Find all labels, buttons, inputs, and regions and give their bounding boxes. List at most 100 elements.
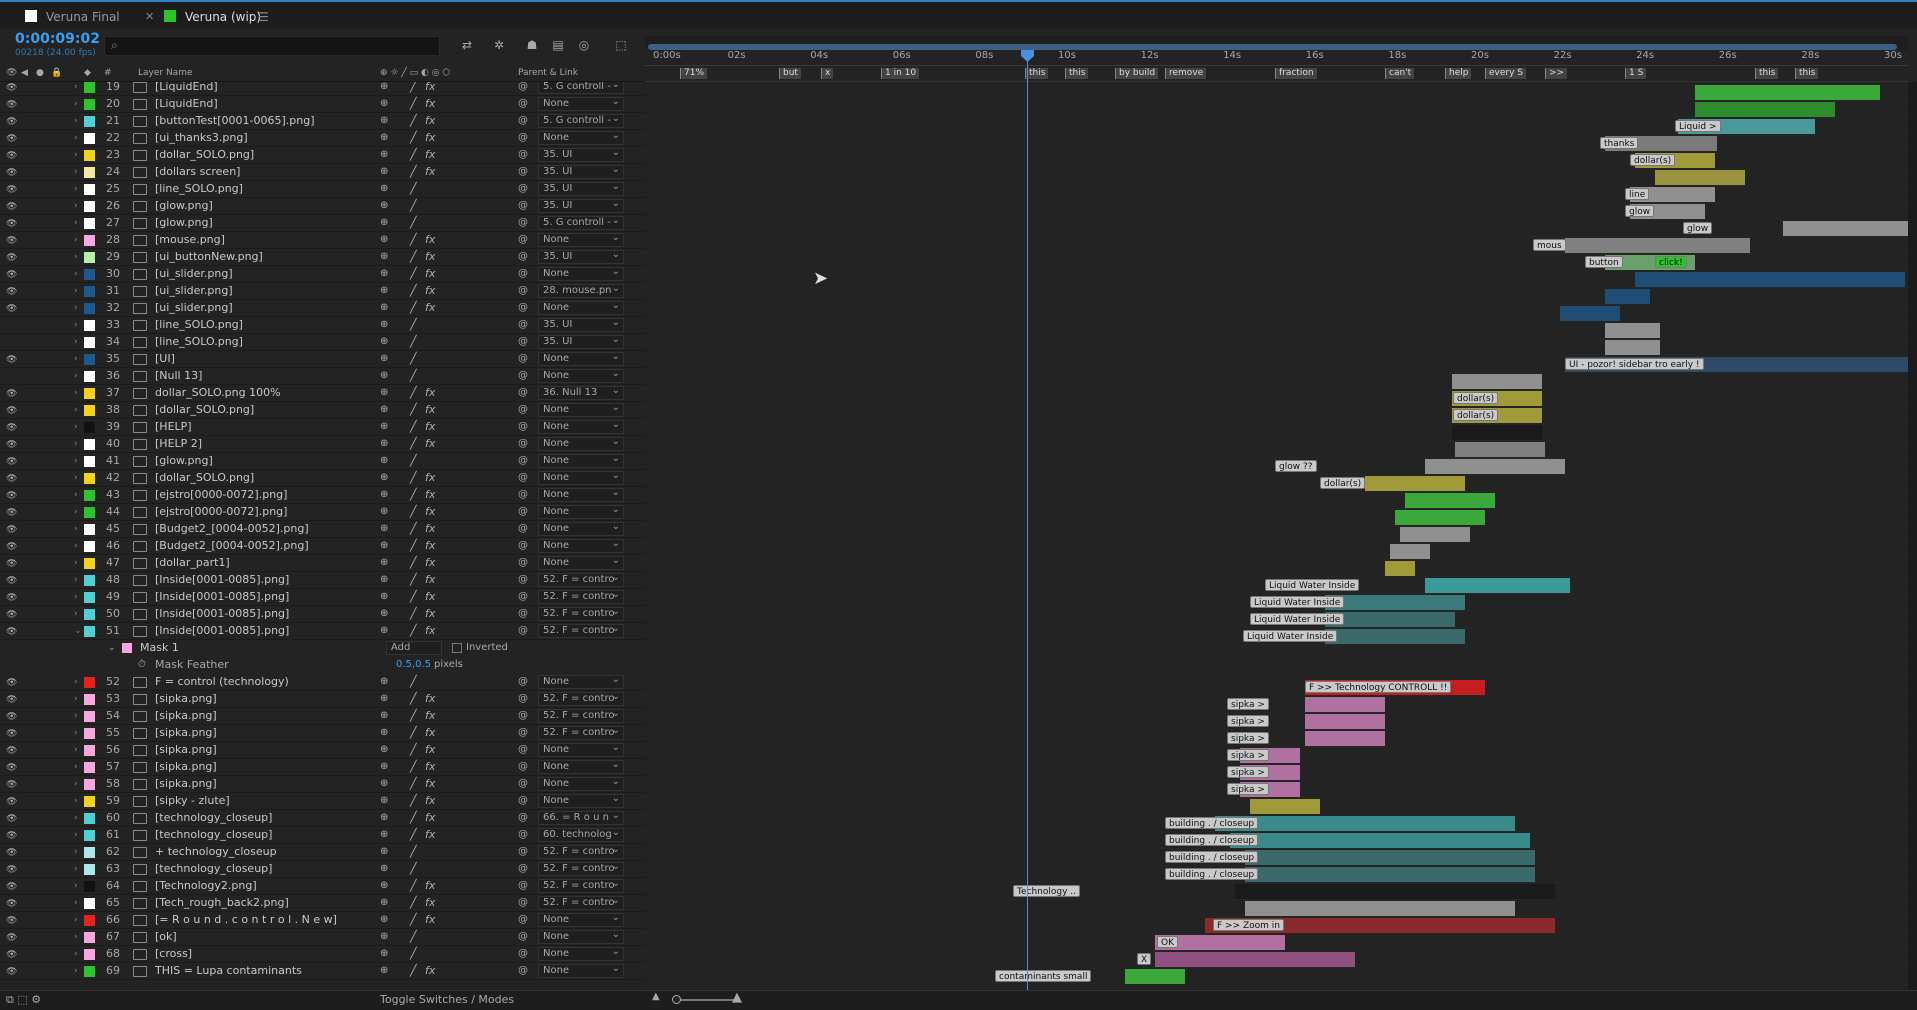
shy-switch-icon[interactable]: ⊕ [380, 317, 388, 333]
quality-switch-icon[interactable]: ╱ [410, 912, 417, 928]
layer-duration-bar[interactable] [1655, 170, 1745, 185]
draft-3d-icon[interactable]: ✲ [490, 36, 508, 54]
comp-marker[interactable]: x [821, 68, 834, 79]
layer-row[interactable]: 👁 › 61 [technology_closeup] ⊕ ╱ fx @60. technol… [0, 827, 645, 844]
layer-row[interactable]: 👁 › 40 [HELP 2] ⊕ ╱ fx @ None [0, 436, 645, 453]
label-color-swatch[interactable] [84, 813, 95, 824]
parent-dropdown[interactable]: None [538, 743, 624, 757]
pickwhip-icon[interactable]: @ [518, 317, 528, 333]
label-color-swatch[interactable] [84, 575, 95, 586]
eye-icon[interactable]: 👁 [6, 590, 17, 605]
layer-row[interactable]: 👁 › 31 [ui_slider.png] ⊕ ╱ fx @28. mouse.pn [0, 283, 645, 300]
layer-row[interactable]: 👁 › 62 + technology_closeup ⊕ ╱ @52. F = contr… [0, 844, 645, 861]
layer-row[interactable]: 👁 ⌄ 51 [Inside[0001-0085].png] ⊕ ╱ fx @52. F = … [0, 623, 645, 640]
zoom-slider-handle[interactable] [672, 995, 681, 1004]
fx-icon[interactable]: fx [425, 419, 435, 435]
fx-icon[interactable]: fx [425, 589, 435, 605]
layer-duration-bar[interactable] [1245, 867, 1535, 882]
fx-icon[interactable]: fx [425, 708, 435, 724]
eye-icon[interactable]: 👁 [6, 862, 17, 877]
fx-icon[interactable]: fx [425, 504, 435, 520]
layer-name[interactable]: [Inside[0001-0085].png] [155, 589, 289, 605]
eye-icon[interactable]: 👁 [6, 539, 17, 554]
quality-switch-icon[interactable]: ╱ [410, 385, 417, 401]
close-icon[interactable]: ✕ [145, 5, 154, 29]
eye-icon[interactable]: 👁 [6, 828, 17, 843]
layer-marker-label[interactable]: sipka > [1227, 783, 1269, 795]
pickwhip-icon[interactable]: @ [518, 487, 528, 503]
twirl-icon[interactable]: › [74, 572, 78, 588]
label-color-swatch[interactable] [84, 252, 95, 263]
layer-row[interactable]: 👁 › 28 [mouse.png] ⊕ ╱ fx @ None [0, 232, 645, 249]
layer-name[interactable]: [glow.png] [155, 453, 213, 469]
parent-dropdown[interactable]: 36. Null 13 [538, 386, 624, 400]
layer-marker-label[interactable]: dollar(s) [1630, 154, 1676, 166]
layer-row[interactable]: 👁 › 38 [dollar_SOLO.png] ⊕ ╱ fx @ None [0, 402, 645, 419]
shy-switch-icon[interactable]: ⊕ [380, 82, 388, 95]
comp-marker[interactable]: by build [1115, 68, 1159, 79]
layer-row[interactable]: 👁 › 37 dollar_SOLO.png 100% ⊕ ╱ fx @36. Null 13 [0, 385, 645, 402]
shy-switch-icon[interactable]: ⊕ [380, 742, 388, 758]
layer-name[interactable]: [sipka.png] [155, 759, 217, 775]
eye-icon[interactable]: 👁 [6, 624, 17, 639]
twirl-icon[interactable]: › [74, 266, 78, 282]
layer-marker-label[interactable]: button [1585, 256, 1623, 268]
fx-icon[interactable]: fx [425, 623, 435, 639]
pickwhip-icon[interactable]: @ [518, 895, 528, 911]
quality-switch-icon[interactable]: ╱ [410, 827, 417, 843]
parent-dropdown[interactable]: 52. F = contro [538, 590, 624, 604]
twirl-icon[interactable]: › [74, 759, 78, 775]
shy-switch-icon[interactable]: ⊕ [380, 589, 388, 605]
parent-dropdown[interactable]: 52. F = contro [538, 845, 624, 859]
parent-dropdown[interactable]: 52. F = contro [538, 607, 624, 621]
layer-marker-label[interactable]: dollar(s) [1453, 409, 1499, 421]
twirl-icon[interactable]: › [74, 96, 78, 112]
shy-switch-icon[interactable]: ⊕ [380, 385, 388, 401]
eye-icon[interactable]: 👁 [6, 301, 17, 316]
label-color-swatch[interactable] [84, 541, 95, 552]
layer-row[interactable]: 👁 › 39 [HELP] ⊕ ╱ fx @ None [0, 419, 645, 436]
layer-name[interactable]: [LiquidEnd] [155, 82, 218, 95]
twirl-icon[interactable]: › [74, 521, 78, 537]
parent-dropdown[interactable]: None [538, 777, 624, 791]
layer-duration-bar[interactable] [1695, 102, 1835, 117]
layer-name[interactable]: [dollars screen] [155, 164, 240, 180]
layer-duration-bar[interactable] [1455, 442, 1545, 457]
layer-duration-bar[interactable] [1783, 221, 1908, 236]
quality-switch-icon[interactable]: ╱ [410, 810, 417, 826]
layer-duration-bar[interactable] [1395, 510, 1485, 525]
pickwhip-icon[interactable]: @ [518, 470, 528, 486]
layer-duration-bar[interactable] [1385, 561, 1415, 576]
layer-row[interactable]: 👁 › 64 [Technology2.png] ⊕ ╱ fx @52. F = contro [0, 878, 645, 895]
quality-switch-icon[interactable]: ╱ [410, 113, 417, 129]
parent-dropdown[interactable]: 5. G controll - [538, 82, 624, 94]
pickwhip-icon[interactable]: @ [518, 827, 528, 843]
pickwhip-icon[interactable]: @ [518, 402, 528, 418]
quality-switch-icon[interactable]: ╱ [410, 844, 417, 860]
layer-name[interactable]: [HELP] [155, 419, 192, 435]
pickwhip-icon[interactable]: @ [518, 691, 528, 707]
parent-dropdown[interactable]: None [538, 352, 624, 366]
layer-row[interactable]: 👁 › 42 [dollar_SOLO.png] ⊕ ╱ fx @ None [0, 470, 645, 487]
shy-switch-icon[interactable]: ⊕ [380, 555, 388, 571]
eye-icon[interactable]: 👁 [6, 216, 17, 231]
fx-icon[interactable]: fx [425, 912, 435, 928]
label-color-swatch[interactable] [84, 881, 95, 892]
twirl-icon[interactable]: › [74, 419, 78, 435]
quality-switch-icon[interactable]: ╱ [410, 589, 417, 605]
fx-icon[interactable]: fx [425, 96, 435, 112]
shy-switch-icon[interactable]: ⊕ [380, 759, 388, 775]
quality-switch-icon[interactable]: ╱ [410, 521, 417, 537]
vertical-scrollbar[interactable] [1908, 82, 1917, 990]
layer-name[interactable]: [sipka.png] [155, 742, 217, 758]
layer-name[interactable]: [UI] [155, 351, 175, 367]
layer-row[interactable]: 👁 › 43 [ejstro[0000-0072].png] ⊕ ╱ fx @ None [0, 487, 645, 504]
layer-duration-bar[interactable] [1390, 544, 1430, 559]
pickwhip-icon[interactable]: @ [518, 929, 528, 945]
eye-icon[interactable]: 👁 [6, 556, 17, 571]
solo-icon[interactable]: ● [36, 68, 44, 78]
label-color-swatch[interactable] [84, 235, 95, 246]
shy-switch-icon[interactable]: ⊕ [380, 283, 388, 299]
pickwhip-icon[interactable]: @ [518, 521, 528, 537]
fx-icon[interactable]: fx [425, 572, 435, 588]
